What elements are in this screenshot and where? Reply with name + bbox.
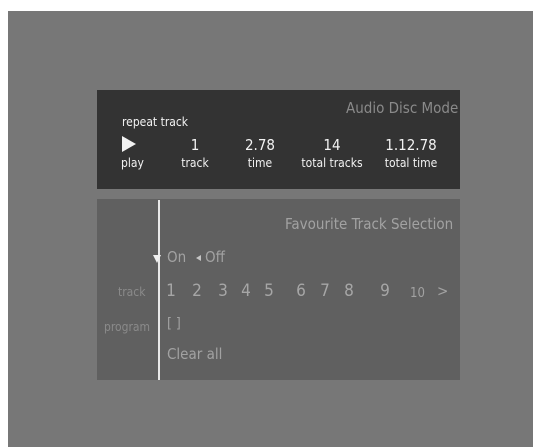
menu-focus-line — [158, 200, 160, 380]
program-list: [ ] — [167, 316, 181, 332]
on-option[interactable]: On — [167, 250, 186, 265]
clear-all-button[interactable]: Clear all — [167, 347, 222, 362]
play-icon[interactable] — [122, 136, 136, 152]
favourite-title: Favourite Track Selection — [285, 215, 454, 233]
track-number[interactable]: 8 — [341, 283, 357, 300]
track-number[interactable]: 7 — [317, 283, 333, 300]
track-value: 1 — [190, 136, 200, 154]
track-number[interactable]: 4 — [238, 283, 254, 300]
time-value: 2.78 — [244, 136, 276, 154]
total-time-value: 1.12.78 — [385, 136, 437, 154]
time-label: time — [247, 156, 273, 170]
track-number[interactable]: 5 — [261, 283, 277, 300]
track-number[interactable]: 3 — [215, 283, 231, 300]
track-number[interactable]: 2 — [189, 283, 205, 300]
track-number[interactable]: 10 — [410, 287, 425, 300]
total-tracks-label: total tracks — [301, 156, 363, 170]
mode-title: Audio Disc Mode — [346, 99, 459, 117]
off-option[interactable]: Off — [205, 250, 225, 265]
program-row-label: program — [104, 320, 151, 334]
track-number[interactable]: 9 — [377, 283, 393, 300]
selection-indicator-icon — [153, 255, 161, 263]
repeat-mode-label[interactable]: repeat track — [122, 116, 188, 128]
track-number[interactable]: 1 — [163, 283, 179, 300]
track-number[interactable]: 6 — [293, 283, 309, 300]
left-arrow-icon — [196, 255, 201, 261]
play-label: play — [121, 156, 144, 170]
next-tracks-arrow-icon[interactable]: > — [437, 284, 448, 299]
total-tracks-value: 14 — [323, 136, 341, 154]
track-row-label: track — [118, 285, 146, 299]
total-time-label: total time — [384, 156, 438, 170]
track-label: track — [181, 156, 209, 170]
